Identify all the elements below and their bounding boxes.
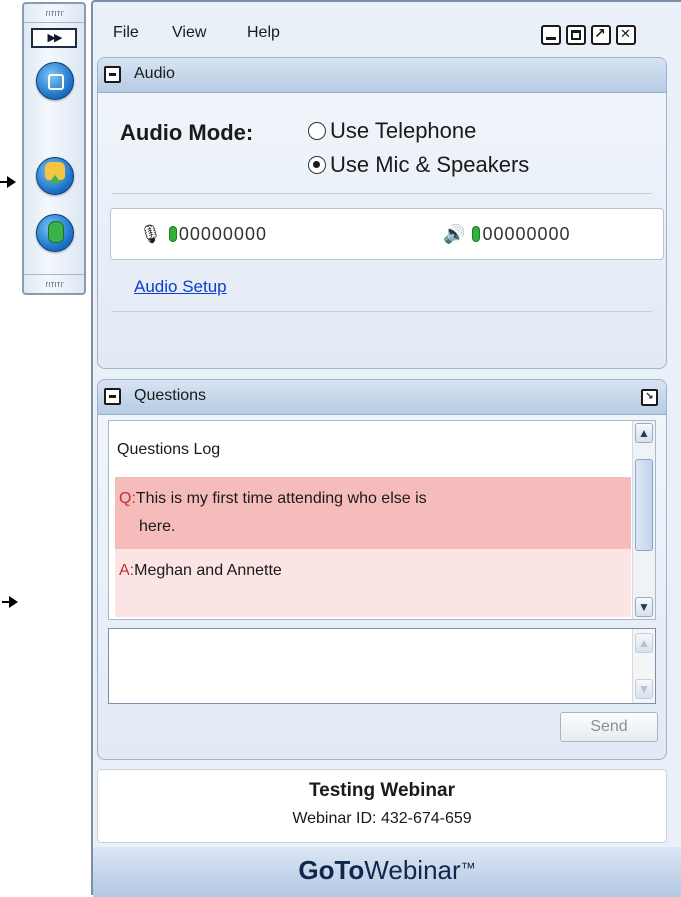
pointer-arrow-questions — [2, 596, 18, 608]
undock-icon[interactable] — [591, 25, 611, 45]
webinar-name: Testing Webinar — [308, 780, 456, 801]
menu-file[interactable]: File — [113, 24, 139, 42]
questions-panel-header: Questions ↘ — [98, 380, 666, 415]
answer-tag: A: — [119, 562, 135, 579]
send-button[interactable]: Send — [560, 712, 658, 742]
microphone-icon — [48, 221, 64, 243]
audio-panel-title: Audio — [134, 65, 175, 82]
radio-telephone-label: Use Telephone — [330, 118, 477, 143]
pointer-arrow-hand — [0, 176, 16, 188]
speaker-level-value: 00000000 — [482, 224, 571, 244]
question-line: Q:This is my first time attending who el… — [119, 487, 427, 511]
menu-help[interactable]: Help — [247, 24, 280, 42]
brand-logo: GoToWebinar™ — [93, 855, 681, 886]
scroll-thumb[interactable] — [635, 459, 653, 551]
popout-icon[interactable]: ↘ — [641, 389, 658, 406]
up-arrow-icon — [49, 175, 61, 183]
control-strip: ▶▶ — [22, 2, 86, 295]
raise-hand-button[interactable] — [36, 157, 74, 195]
question-tag: Q: — [119, 490, 136, 507]
radio-use-mic-speakers[interactable]: Use Mic & Speakers — [308, 152, 529, 178]
divider — [112, 193, 652, 194]
questions-log-title: Questions Log — [117, 441, 221, 458]
strip-grip-top-icon[interactable] — [24, 4, 84, 23]
speaker-level-led — [472, 226, 481, 242]
mic-level-value: 00000000 — [178, 224, 267, 244]
question-text: This is my first time attending who else… — [135, 490, 427, 507]
strip-grip-bottom-icon[interactable] — [24, 274, 84, 293]
divider — [112, 311, 652, 312]
menu-bar: File View Help — [93, 2, 681, 52]
questions-log-scrollbar[interactable]: ▲ ▼ — [632, 421, 655, 619]
webinar-info: Testing Webinar Webinar ID: 432-674-659 — [97, 769, 667, 843]
microphone-button[interactable] — [36, 214, 74, 252]
questions-panel: Questions ↘ Questions Log Q:This is my f… — [97, 379, 667, 760]
question-text-cont: here. — [139, 518, 176, 535]
mic-level: 🎙 00000000 — [139, 224, 267, 245]
control-panel-window: File View Help Audio Audio Mode: Use Tel… — [91, 0, 681, 897]
questions-log[interactable]: Questions Log Q:This is my first time at… — [108, 420, 656, 620]
questions-panel-title: Questions — [134, 387, 207, 404]
audio-mode-label: Audio Mode: — [120, 120, 254, 145]
audio-levels: 🎙 00000000 🔊 00000000 — [110, 208, 664, 260]
screen-icon[interactable] — [36, 62, 74, 100]
answer-line: A:Meghan and Annette — [119, 559, 282, 583]
question-entry[interactable]: Q:This is my first time attending who el… — [115, 477, 631, 617]
question-input[interactable] — [108, 628, 656, 704]
answer-text: Meghan and Annette — [134, 562, 282, 579]
speaker-icon: 🔊 — [443, 224, 467, 244]
audio-panel-header: Audio — [98, 58, 666, 93]
audio-setup-link[interactable]: Audio Setup — [134, 277, 227, 297]
brand-rest: Webinar — [364, 855, 461, 885]
minimize-icon[interactable] — [541, 25, 561, 45]
collapse-audio-icon[interactable] — [104, 66, 121, 83]
brand-mark: ™ — [460, 860, 476, 877]
brand-bar: GoToWebinar™ — [93, 847, 681, 897]
close-icon[interactable] — [616, 25, 636, 45]
radio-on-icon[interactable] — [308, 156, 326, 174]
webinar-id: Webinar ID: 432-674-659 — [292, 810, 472, 827]
menu-view[interactable]: View — [172, 24, 206, 42]
brand-bold: GoTo — [298, 855, 365, 885]
audio-panel: Audio Audio Mode: Use Telephone Use Mic … — [97, 57, 667, 369]
microphone-icon: 🎙 — [139, 224, 163, 244]
mic-level-led — [168, 226, 177, 242]
collapse-questions-icon[interactable] — [104, 388, 121, 405]
scroll-up-icon[interactable]: ▲ — [635, 423, 653, 443]
radio-use-telephone[interactable]: Use Telephone — [308, 118, 476, 144]
fast-forward-icon[interactable]: ▶▶ — [31, 28, 77, 48]
maximize-icon[interactable] — [566, 25, 586, 45]
radio-off-icon[interactable] — [308, 122, 326, 140]
radio-mic-speakers-label: Use Mic & Speakers — [330, 152, 530, 177]
speaker-level: 🔊 00000000 — [443, 224, 571, 245]
scroll-down-icon[interactable]: ▼ — [635, 597, 653, 617]
